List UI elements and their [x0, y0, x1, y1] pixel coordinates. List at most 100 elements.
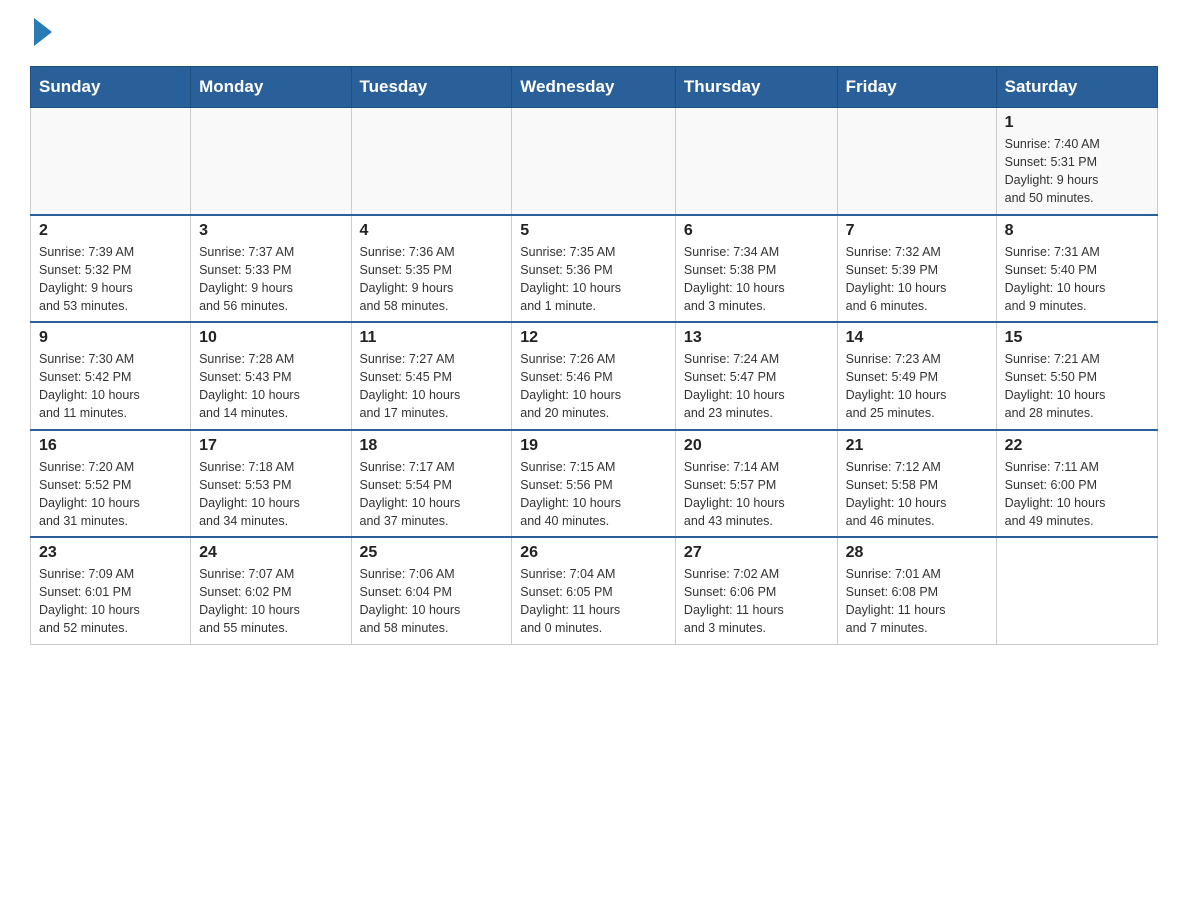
calendar-day-cell	[837, 108, 996, 215]
day-number: 17	[199, 437, 342, 455]
calendar-header-row: SundayMondayTuesdayWednesdayThursdayFrid…	[31, 67, 1158, 108]
calendar-day-cell: 7 Sunrise: 7:32 AMSunset: 5:39 PMDaylight…	[837, 215, 996, 323]
calendar-day-cell: 25 Sunrise: 7:06 AMSunset: 6:04 PMDayligh…	[351, 537, 512, 644]
day-number: 20	[684, 437, 829, 455]
day-number: 1	[1005, 114, 1149, 132]
day-info: Sunrise: 7:26 AMSunset: 5:46 PMDaylight:…	[520, 350, 667, 423]
day-info: Sunrise: 7:36 AMSunset: 5:35 PMDaylight:…	[360, 243, 504, 316]
day-number: 9	[39, 329, 182, 347]
column-header-wednesday: Wednesday	[512, 67, 676, 108]
calendar-day-cell	[351, 108, 512, 215]
calendar-day-cell: 16 Sunrise: 7:20 AMSunset: 5:52 PMDayligh…	[31, 430, 191, 538]
day-info: Sunrise: 7:20 AMSunset: 5:52 PMDaylight:…	[39, 458, 182, 531]
day-info: Sunrise: 7:34 AMSunset: 5:38 PMDaylight:…	[684, 243, 829, 316]
calendar-day-cell: 22 Sunrise: 7:11 AMSunset: 6:00 PMDayligh…	[996, 430, 1157, 538]
calendar-day-cell: 17 Sunrise: 7:18 AMSunset: 5:53 PMDayligh…	[191, 430, 351, 538]
day-info: Sunrise: 7:17 AMSunset: 5:54 PMDaylight:…	[360, 458, 504, 531]
day-info: Sunrise: 7:01 AMSunset: 6:08 PMDaylight:…	[846, 565, 988, 638]
day-info: Sunrise: 7:04 AMSunset: 6:05 PMDaylight:…	[520, 565, 667, 638]
day-info: Sunrise: 7:27 AMSunset: 5:45 PMDaylight:…	[360, 350, 504, 423]
day-info: Sunrise: 7:14 AMSunset: 5:57 PMDaylight:…	[684, 458, 829, 531]
calendar-week-row: 23Sunrise: 7:09 AMSunset: 6:01 PMDayligh…	[31, 537, 1158, 644]
calendar-day-cell: 2 Sunrise: 7:39 AMSunset: 5:32 PMDaylight…	[31, 215, 191, 323]
day-info: Sunrise: 7:39 AMSunset: 5:32 PMDaylight:…	[39, 243, 182, 316]
day-number: 4	[360, 222, 504, 240]
column-header-monday: Monday	[191, 67, 351, 108]
calendar-day-cell: 21 Sunrise: 7:12 AMSunset: 5:58 PMDayligh…	[837, 430, 996, 538]
column-header-saturday: Saturday	[996, 67, 1157, 108]
calendar-week-row: 1 Sunrise: 7:40 AMSunset: 5:31 PMDaylight…	[31, 108, 1158, 215]
day-number: 26	[520, 544, 667, 562]
day-number: 15	[1005, 329, 1149, 347]
day-number: 23	[39, 544, 182, 562]
day-info: Sunrise: 7:37 AMSunset: 5:33 PMDaylight:…	[199, 243, 342, 316]
day-info: Sunrise: 7:23 AMSunset: 5:49 PMDaylight:…	[846, 350, 988, 423]
calendar-day-cell	[512, 108, 676, 215]
calendar-day-cell: 10 Sunrise: 7:28 AMSunset: 5:43 PMDayligh…	[191, 322, 351, 430]
column-header-friday: Friday	[837, 67, 996, 108]
day-number: 7	[846, 222, 988, 240]
day-number: 19	[520, 437, 667, 455]
calendar-day-cell: 18 Sunrise: 7:17 AMSunset: 5:54 PMDayligh…	[351, 430, 512, 538]
calendar-day-cell: 27Sunrise: 7:02 AMSunset: 6:06 PMDayligh…	[675, 537, 837, 644]
calendar-day-cell: 12 Sunrise: 7:26 AMSunset: 5:46 PMDayligh…	[512, 322, 676, 430]
day-number: 22	[1005, 437, 1149, 455]
calendar-day-cell: 15 Sunrise: 7:21 AMSunset: 5:50 PMDayligh…	[996, 322, 1157, 430]
calendar-day-cell: 20 Sunrise: 7:14 AMSunset: 5:57 PMDayligh…	[675, 430, 837, 538]
calendar-day-cell: 5 Sunrise: 7:35 AMSunset: 5:36 PMDaylight…	[512, 215, 676, 323]
day-number: 25	[360, 544, 504, 562]
day-number: 27	[684, 544, 829, 562]
column-header-tuesday: Tuesday	[351, 67, 512, 108]
logo	[30, 20, 52, 48]
day-number: 24	[199, 544, 342, 562]
day-number: 6	[684, 222, 829, 240]
day-info: Sunrise: 7:12 AMSunset: 5:58 PMDaylight:…	[846, 458, 988, 531]
page-header	[30, 20, 1158, 48]
day-info: Sunrise: 7:06 AMSunset: 6:04 PMDaylight:…	[360, 565, 504, 638]
day-info: Sunrise: 7:21 AMSunset: 5:50 PMDaylight:…	[1005, 350, 1149, 423]
calendar-day-cell: 19Sunrise: 7:15 AMSunset: 5:56 PMDayligh…	[512, 430, 676, 538]
day-number: 8	[1005, 222, 1149, 240]
day-number: 13	[684, 329, 829, 347]
day-number: 12	[520, 329, 667, 347]
calendar-day-cell: 3 Sunrise: 7:37 AMSunset: 5:33 PMDaylight…	[191, 215, 351, 323]
calendar-day-cell: 24 Sunrise: 7:07 AMSunset: 6:02 PMDayligh…	[191, 537, 351, 644]
day-info: Sunrise: 7:18 AMSunset: 5:53 PMDaylight:…	[199, 458, 342, 531]
calendar-week-row: 16 Sunrise: 7:20 AMSunset: 5:52 PMDayligh…	[31, 430, 1158, 538]
calendar-day-cell: 11 Sunrise: 7:27 AMSunset: 5:45 PMDayligh…	[351, 322, 512, 430]
calendar-day-cell: 26 Sunrise: 7:04 AMSunset: 6:05 PMDayligh…	[512, 537, 676, 644]
day-number: 2	[39, 222, 182, 240]
logo-arrow-icon	[34, 18, 52, 46]
calendar-day-cell: 23Sunrise: 7:09 AMSunset: 6:01 PMDayligh…	[31, 537, 191, 644]
calendar-day-cell: 13 Sunrise: 7:24 AMSunset: 5:47 PMDayligh…	[675, 322, 837, 430]
day-info: Sunrise: 7:24 AMSunset: 5:47 PMDaylight:…	[684, 350, 829, 423]
calendar-week-row: 9 Sunrise: 7:30 AMSunset: 5:42 PMDaylight…	[31, 322, 1158, 430]
calendar-day-cell: 1 Sunrise: 7:40 AMSunset: 5:31 PMDaylight…	[996, 108, 1157, 215]
day-info: Sunrise: 7:31 AMSunset: 5:40 PMDaylight:…	[1005, 243, 1149, 316]
day-info: Sunrise: 7:28 AMSunset: 5:43 PMDaylight:…	[199, 350, 342, 423]
day-number: 3	[199, 222, 342, 240]
day-number: 5	[520, 222, 667, 240]
day-number: 16	[39, 437, 182, 455]
day-info: Sunrise: 7:40 AMSunset: 5:31 PMDaylight:…	[1005, 135, 1149, 208]
day-number: 21	[846, 437, 988, 455]
day-number: 28	[846, 544, 988, 562]
day-number: 18	[360, 437, 504, 455]
column-header-thursday: Thursday	[675, 67, 837, 108]
calendar-day-cell: 14 Sunrise: 7:23 AMSunset: 5:49 PMDayligh…	[837, 322, 996, 430]
calendar-day-cell	[996, 537, 1157, 644]
calendar-day-cell	[191, 108, 351, 215]
day-info: Sunrise: 7:07 AMSunset: 6:02 PMDaylight:…	[199, 565, 342, 638]
calendar-day-cell: 28 Sunrise: 7:01 AMSunset: 6:08 PMDayligh…	[837, 537, 996, 644]
day-number: 14	[846, 329, 988, 347]
day-info: Sunrise: 7:11 AMSunset: 6:00 PMDaylight:…	[1005, 458, 1149, 531]
calendar-day-cell	[675, 108, 837, 215]
day-number: 10	[199, 329, 342, 347]
calendar-day-cell: 8 Sunrise: 7:31 AMSunset: 5:40 PMDaylight…	[996, 215, 1157, 323]
calendar-day-cell: 9 Sunrise: 7:30 AMSunset: 5:42 PMDaylight…	[31, 322, 191, 430]
calendar-day-cell	[31, 108, 191, 215]
day-info: Sunrise: 7:35 AMSunset: 5:36 PMDaylight:…	[520, 243, 667, 316]
day-number: 11	[360, 329, 504, 347]
day-info: Sunrise: 7:30 AMSunset: 5:42 PMDaylight:…	[39, 350, 182, 423]
day-info: Sunrise: 7:32 AMSunset: 5:39 PMDaylight:…	[846, 243, 988, 316]
